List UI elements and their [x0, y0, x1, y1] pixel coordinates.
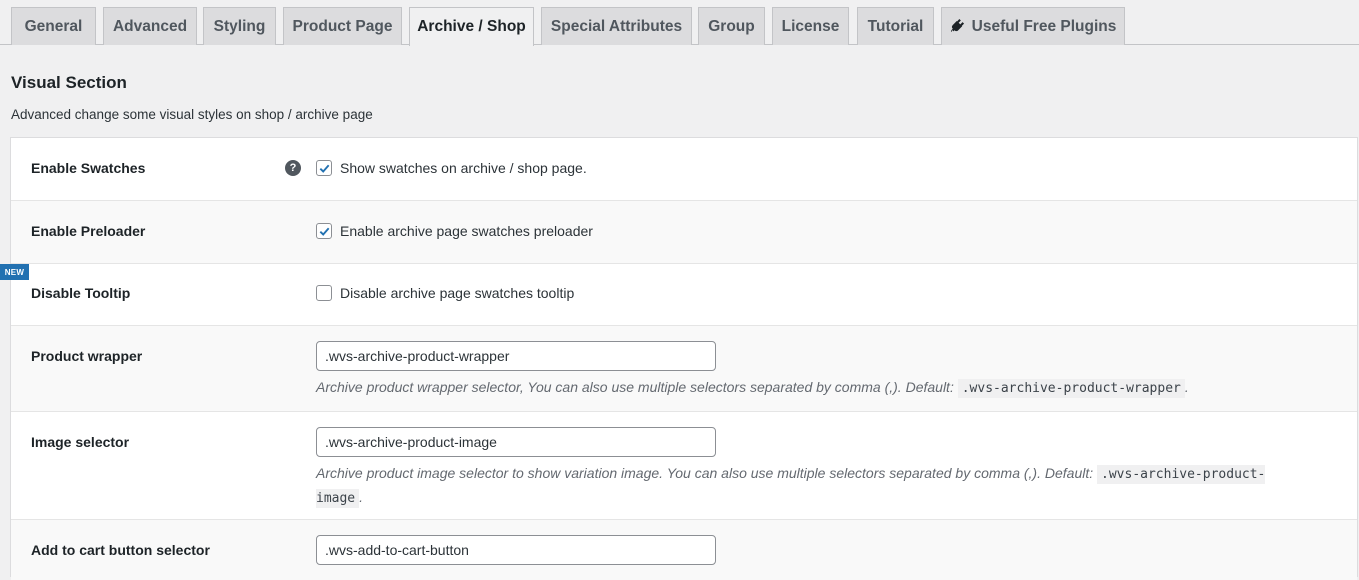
default-code: .wvs-archive-product-wrapper: [957, 379, 1185, 398]
tab-label: Useful Free Plugins: [971, 17, 1117, 35]
tab-archive-shop[interactable]: Archive / Shop: [409, 7, 534, 46]
image-selector-input[interactable]: [316, 427, 716, 457]
tab-general[interactable]: General: [11, 7, 96, 45]
enable-swatches-checkbox[interactable]: Show swatches on archive / shop page.: [316, 160, 587, 176]
enable-preloader-checkbox[interactable]: Enable archive page swatches preloader: [316, 223, 593, 239]
help-icon[interactable]: ?: [285, 160, 301, 176]
setting-row-product-wrapper: Product wrapper Archive product wrapper …: [11, 326, 1357, 412]
checkbox-checked[interactable]: [316, 160, 332, 176]
product-wrapper-label: Product wrapper: [31, 348, 143, 364]
tab-product-page[interactable]: Product Page: [283, 7, 402, 45]
tab-advanced[interactable]: Advanced: [103, 7, 197, 45]
product-wrapper-description: Archive product wrapper selector, You ca…: [316, 376, 1316, 400]
tab-tutorial[interactable]: Tutorial: [857, 7, 934, 45]
enable-preloader-label: Enable Preloader: [31, 223, 146, 239]
section-title: Visual Section: [11, 73, 127, 92]
setting-row-add-to-cart: Add to cart button selector: [11, 520, 1357, 580]
description-text: Archive product image selector to show v…: [316, 465, 1094, 481]
product-wrapper-input[interactable]: [316, 341, 716, 371]
disable-tooltip-text: Disable archive page swatches tooltip: [340, 285, 575, 301]
settings-tabs: General Advanced Styling Product Page Ar…: [0, 0, 1359, 46]
description-text: Archive product wrapper selector, You ca…: [316, 379, 954, 395]
checkbox-checked[interactable]: [316, 223, 332, 239]
setting-row-disable-tooltip: Disable Tooltip Disable archive page swa…: [11, 264, 1357, 326]
plug-icon: [950, 18, 965, 36]
image-selector-description: Archive product image selector to show v…: [316, 462, 1306, 510]
tab-special-attributes[interactable]: Special Attributes: [541, 7, 692, 45]
section-description: Advanced change some visual styles on sh…: [11, 107, 373, 122]
tab-license[interactable]: License: [772, 7, 849, 45]
tab-useful-free-plugins[interactable]: Useful Free Plugins: [941, 7, 1125, 45]
checkmark-icon: [319, 227, 329, 236]
setting-row-enable-swatches: Enable Swatches ? Show swatches on archi…: [11, 138, 1357, 201]
description-end: .: [359, 489, 364, 505]
setting-row-enable-preloader: Enable Preloader Enable archive page swa…: [11, 201, 1357, 264]
disable-tooltip-checkbox[interactable]: Disable archive page swatches tooltip: [316, 285, 574, 301]
settings-form-table: Enable Swatches ? Show swatches on archi…: [10, 137, 1358, 580]
tab-styling[interactable]: Styling: [203, 7, 276, 45]
enable-preloader-text: Enable archive page swatches preloader: [340, 223, 593, 239]
description-end: .: [1184, 379, 1189, 395]
enable-swatches-text: Show swatches on archive / shop page.: [340, 160, 587, 176]
tab-group[interactable]: Group: [698, 7, 765, 45]
add-to-cart-label: Add to cart button selector: [31, 542, 210, 558]
setting-row-image-selector: Image selector Archive product image sel…: [11, 412, 1357, 520]
add-to-cart-input[interactable]: [316, 535, 716, 565]
new-badge: NEW: [0, 264, 29, 280]
image-selector-label: Image selector: [31, 434, 130, 450]
disable-tooltip-label: Disable Tooltip: [31, 285, 131, 301]
checkbox-unchecked[interactable]: [316, 285, 332, 301]
checkmark-icon: [319, 164, 329, 173]
enable-swatches-label: Enable Swatches: [31, 160, 146, 176]
